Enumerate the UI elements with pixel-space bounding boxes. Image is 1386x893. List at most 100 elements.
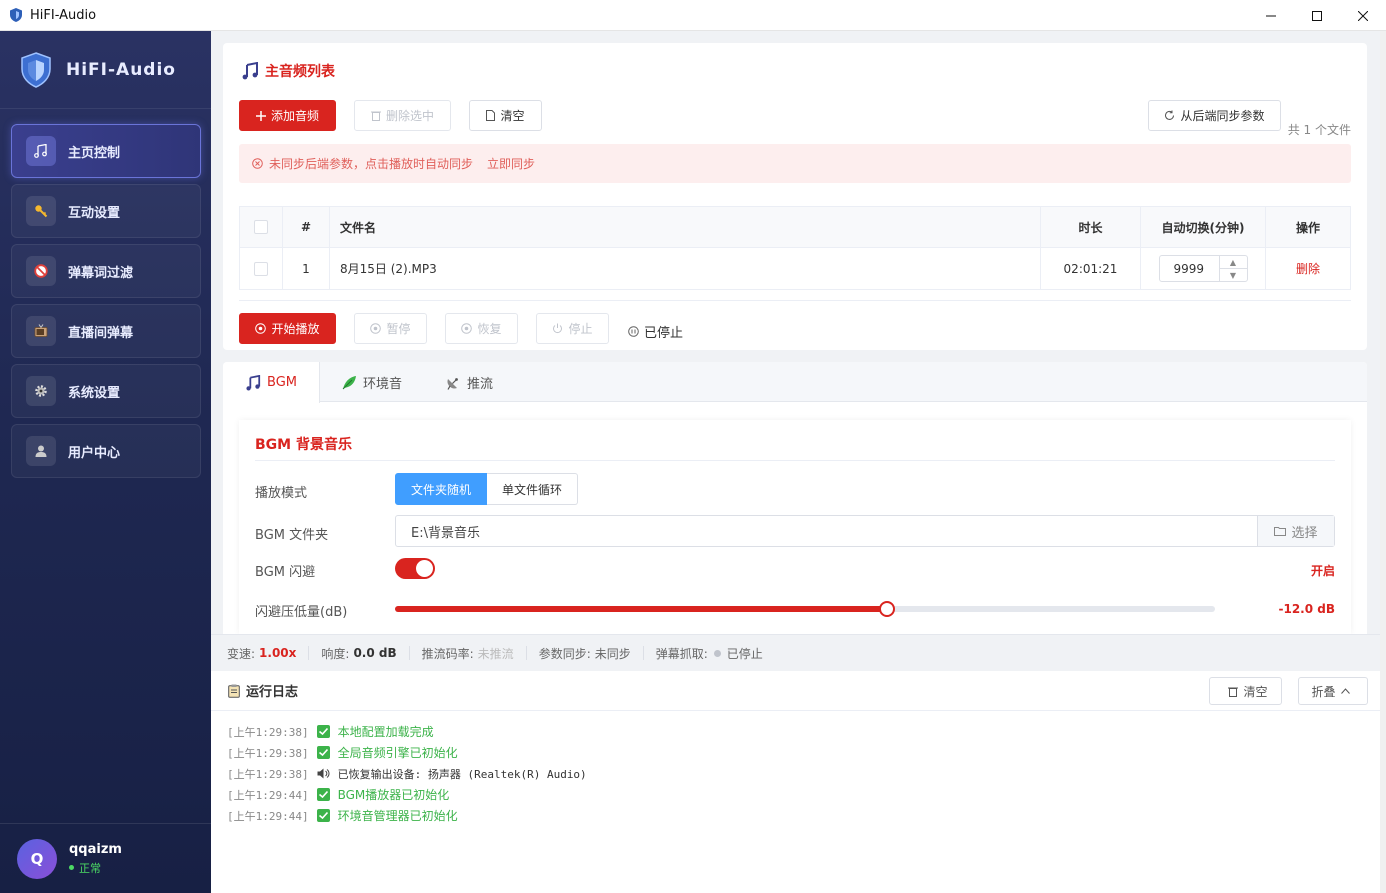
add-audio-button[interactable]: 添加音频 [239, 100, 336, 131]
log-time: [上午1:29:38] [227, 767, 309, 781]
log-text: 本地配置加载完成 [337, 725, 434, 739]
folder-icon [1274, 526, 1287, 536]
delete-selected-label: 删除选中 [385, 109, 434, 123]
title-bar: HiFI-Audio [0, 0, 1386, 31]
bgm-section-title: BGM 背景音乐 [255, 437, 352, 453]
sync-from-backend-button[interactable]: 从后端同步参数 [1148, 100, 1281, 131]
bgm-ducking-label: BGM 闪避 [255, 565, 316, 580]
divider [255, 460, 1335, 461]
separator [308, 646, 310, 660]
status-loudness: 响度: 0.0 dB [321, 645, 396, 662]
play-mode-toggle: 文件夹随机 单文件循环 [395, 473, 579, 505]
pause-circle-icon [370, 323, 382, 334]
auto-switch-value[interactable]: 9999 [1160, 256, 1219, 281]
bgm-folder-field: E:\背景音乐 选择 [395, 515, 1335, 547]
tab-streaming[interactable]: 推流 [424, 362, 515, 402]
sidebar-item-interaction[interactable]: 互动设置 [11, 184, 201, 238]
auto-switch-stepper[interactable]: 9999 ▲ ▼ [1158, 255, 1248, 282]
key-icon [26, 196, 56, 226]
duck-level-label: 闪避压低量(dB) [255, 605, 348, 620]
sidebar-item-user-center[interactable]: 用户中心 [11, 424, 201, 478]
row-index: 1 [283, 248, 330, 289]
playlist-title-text: 主音频列表 [265, 64, 335, 80]
check-icon [316, 725, 330, 738]
slider-thumb[interactable] [879, 601, 895, 617]
sync-label: 从后端同步参数 [1180, 109, 1265, 123]
log-text: BGM播放器已初始化 [337, 788, 450, 802]
sidebar-item-danmaku-filter[interactable]: 弹幕词过滤 [11, 244, 201, 298]
sidebar-item-live-danmaku[interactable]: 直播间弹幕 [11, 304, 201, 358]
log-header: 运行日志 清空 折叠 [211, 671, 1380, 711]
resume-label: 恢复 [477, 322, 502, 336]
online-dot-icon [69, 865, 74, 870]
pause-button[interactable]: 暂停 [354, 313, 427, 344]
mode-single-loop[interactable]: 单文件循环 [487, 473, 579, 505]
status-value: 未同步 [594, 646, 631, 661]
row-file-name: 8月15日 (2).MP3 [330, 248, 1041, 289]
stepper-up-icon[interactable]: ▲ [1219, 256, 1247, 269]
delete-row-link[interactable]: 删除 [1296, 260, 1320, 277]
log-time: [上午1:29:38] [227, 746, 309, 760]
satellite-dish-icon [446, 375, 461, 390]
stepper-down-icon[interactable]: ▼ [1220, 269, 1247, 281]
user-status-text: 正常 [79, 861, 101, 875]
document-icon [486, 110, 496, 121]
sidebar-item-home-control[interactable]: 主页控制 [11, 124, 201, 178]
column-header: 时长 [1041, 207, 1141, 247]
window-title: HiFI-Audio [30, 7, 97, 23]
stop-button[interactable]: 停止 [536, 313, 609, 344]
mode-folder-random[interactable]: 文件夹随机 [395, 473, 488, 505]
choose-folder-button[interactable]: 选择 [1257, 516, 1334, 546]
stopped-circle-icon [628, 326, 639, 337]
log-line: [上午1:29:44] 环境音管理器已初始化 [227, 805, 1380, 826]
duck-level-slider[interactable] [395, 601, 1215, 617]
clear-log-button[interactable]: 清空 [1209, 677, 1282, 705]
sidebar-item-system-settings[interactable]: 系统设置 [11, 364, 201, 418]
play-status-text: 已停止 [644, 326, 684, 341]
table-row: 1 8月15日 (2).MP3 02:01:21 9999 ▲ ▼ 删除 [240, 248, 1350, 289]
start-play-button[interactable]: 开始播放 [239, 313, 336, 344]
tab-bgm[interactable]: BGM [223, 362, 320, 403]
plus-icon [255, 110, 266, 121]
leaf-icon [342, 375, 357, 390]
file-count: 共 1 个文件 [1287, 123, 1351, 137]
trash-icon [1228, 686, 1239, 697]
status-value: 未推流 [477, 646, 514, 661]
log-line: [上午1:29:38] 本地配置加载完成 [227, 721, 1380, 742]
status-value: 已停止 [726, 646, 763, 661]
clear-button[interactable]: 清空 [469, 100, 542, 131]
table-header: # 文件名 时长 自动切换(分钟) 操作 [240, 207, 1350, 248]
audio-settings-card: BGM 环境音 推流 BGM 背景音乐 播放模式 文件夹随机 单文件循环 BGM… [223, 362, 1367, 634]
pause-label: 暂停 [386, 322, 411, 336]
row-checkbox[interactable] [254, 261, 268, 276]
header-checkbox-cell [240, 207, 283, 247]
shield-app-icon [10, 8, 22, 22]
scrollbar[interactable] [1380, 31, 1386, 893]
bgm-ducking-switch[interactable] [395, 558, 435, 579]
minimize-button[interactable] [1248, 0, 1294, 31]
bgm-folder-input[interactable]: E:\背景音乐 [396, 516, 1257, 546]
separator [408, 646, 410, 660]
nav-menu: 主页控制 互动设置 弹幕词过滤 直播间弹幕 系统设置 用户中心 [0, 109, 211, 478]
tab-ambient[interactable]: 环境音 [320, 362, 424, 402]
maximize-button[interactable] [1294, 0, 1340, 31]
status-label: 弹幕抓取: [655, 646, 708, 661]
log-time: [上午1:29:44] [227, 788, 309, 802]
delete-selected-button[interactable]: 删除选中 [354, 100, 451, 131]
status-value: 0.0 dB [353, 646, 397, 660]
user-profile[interactable]: Q qqaizm 正常 [0, 823, 211, 893]
audio-table: # 文件名 时长 自动切换(分钟) 操作 1 8月15日 (2).MP3 02:… [239, 206, 1351, 290]
sync-now-link[interactable]: 立即同步 [487, 155, 535, 172]
column-header: 自动切换(分钟) [1141, 207, 1266, 247]
select-all-checkbox[interactable] [254, 220, 268, 234]
music-note-icon [26, 136, 56, 166]
chevron-up-icon [1340, 688, 1350, 694]
collapse-log-button[interactable]: 折叠 [1298, 677, 1368, 705]
main-content: 主音频列表 添加音频 删除选中 清空 从后端同步参数 共 1 个文件 未同步后端… [211, 31, 1380, 893]
sidebar-item-label: 互动设置 [68, 205, 121, 221]
duck-level-value: -12.0 dB [1278, 602, 1335, 616]
sidebar: HiFI-Audio 主页控制 互动设置 弹幕词过滤 直播间弹幕 系统设置 用户… [0, 31, 211, 893]
close-button[interactable] [1340, 0, 1386, 31]
log-text: 环境音管理器已初始化 [337, 809, 458, 823]
resume-button[interactable]: 恢复 [445, 313, 518, 344]
